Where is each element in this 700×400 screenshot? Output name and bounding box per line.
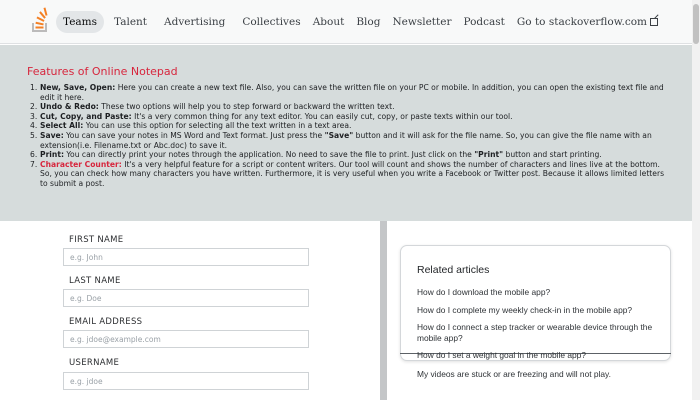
features-list: 1. New, Save, Open: Here you can create a… xyxy=(30,83,672,189)
feature-heading: New, Save, Open: xyxy=(40,83,116,92)
feature-item: 4. Select All: You can use this option fo… xyxy=(30,121,672,131)
feature-number: 3. xyxy=(30,111,38,121)
feature-item: 3. Cut, Copy, and Paste: It's a very comm… xyxy=(30,112,672,122)
feature-number: 5. xyxy=(30,130,38,140)
nav-talent[interactable]: Talent xyxy=(107,11,154,33)
feature-heading: Cut, Copy, and Paste: xyxy=(40,111,132,121)
email-label: EMAIL ADDRESS xyxy=(69,317,143,327)
feature-number: 2. xyxy=(30,102,38,112)
nav-advertising[interactable]: Advertising xyxy=(157,11,232,33)
username-field[interactable] xyxy=(63,372,309,390)
feature-text: button and start printing. xyxy=(503,150,602,160)
features-title: Features of Online Notepad xyxy=(27,65,178,78)
scrollbar-thumb[interactable] xyxy=(693,4,699,44)
nav-about[interactable]: About xyxy=(309,11,349,33)
feature-item: 2. Undo & Redo: These two options will he… xyxy=(30,102,672,112)
first-name-field[interactable] xyxy=(63,248,309,266)
feature-item: 6. Print: You can directly print your not… xyxy=(30,150,672,160)
nav-newsletter[interactable]: Newsletter xyxy=(388,11,455,33)
feature-text: Here you can create a new text file. Als… xyxy=(40,83,664,102)
first-name-label: FIRST NAME xyxy=(69,235,124,245)
features-panel: Features of Online Notepad 1. New, Save, … xyxy=(0,45,692,221)
panel-divider[interactable] xyxy=(380,221,387,400)
last-name-field[interactable] xyxy=(63,289,309,307)
feature-bold-term: "Save" xyxy=(324,130,354,140)
feature-number: 4. xyxy=(30,121,38,131)
nav-left-group: Teams Talent Advertising Collectives xyxy=(56,0,311,44)
feature-item: 1. New, Save, Open: Here you can create a… xyxy=(30,83,672,102)
last-name-label: LAST NAME xyxy=(69,276,121,286)
related-link[interactable]: How do I download the mobile app? xyxy=(417,287,662,298)
feature-number: 6. xyxy=(30,150,38,160)
related-link[interactable]: How do I connect a step tracker or weara… xyxy=(417,322,662,344)
feature-number: 1. xyxy=(30,83,38,92)
nav-collectives[interactable]: Collectives xyxy=(235,11,307,33)
feature-text: You can use this option for selecting al… xyxy=(83,121,352,131)
related-link[interactable]: How do I complete my weekly check-in in … xyxy=(417,305,662,316)
feature-text: It's a very helpful feature for a script… xyxy=(40,159,665,188)
username-label: USERNAME xyxy=(69,358,120,368)
page-scrollbar[interactable] xyxy=(692,0,700,400)
nav-teams[interactable]: Teams xyxy=(56,11,105,33)
top-navbar: Teams Talent Advertising Collectives Abo… xyxy=(0,0,700,44)
nav-right-group: About Blog Newsletter Podcast Go to stac… xyxy=(305,0,662,44)
feature-heading: Character Counter: xyxy=(40,159,122,169)
feature-text: You can directly print your notes throug… xyxy=(64,150,475,160)
feature-heading: Save: xyxy=(40,130,64,140)
feature-item: 7. Character Counter: It's a very helpful… xyxy=(30,160,672,189)
feature-heading: Select All: xyxy=(40,121,84,131)
nav-stackoverflow-label: Go to stackoverflow.com xyxy=(516,16,647,28)
stackoverflow-logo-icon[interactable] xyxy=(31,7,49,33)
feature-item: 5. Save: You can save your notes in MS Wo… xyxy=(30,131,672,150)
feature-bold-term: "Print" xyxy=(474,150,504,160)
email-field[interactable] xyxy=(63,330,309,348)
nav-blog[interactable]: Blog xyxy=(352,11,384,33)
feature-text: It's a very common thing for any text ed… xyxy=(131,111,513,121)
feature-number: 7. xyxy=(30,159,38,169)
nav-podcast[interactable]: Podcast xyxy=(459,11,508,33)
nav-stackoverflow-link[interactable]: Go to stackoverflow.com xyxy=(513,11,662,33)
related-link[interactable]: My videos are stuck or are freezing and … xyxy=(417,369,662,380)
feature-heading: Print: xyxy=(40,150,64,160)
external-link-icon xyxy=(650,18,658,26)
feature-heading: Undo & Redo: xyxy=(40,102,99,112)
feature-text: You can save your notes in MS Word and T… xyxy=(63,130,325,140)
related-articles-title: Related articles xyxy=(417,264,490,276)
related-link[interactable]: How do I set a weight goal in the mobile… xyxy=(417,350,662,361)
feature-text: These two options will help you to step … xyxy=(98,102,395,112)
